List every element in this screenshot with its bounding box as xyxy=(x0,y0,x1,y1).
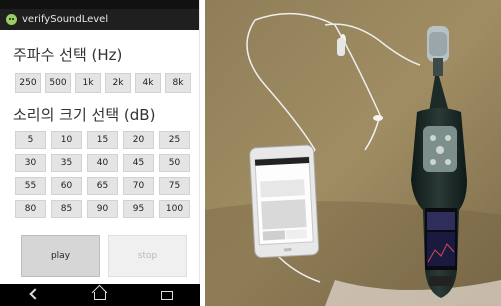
level-button-20[interactable]: 20 xyxy=(123,131,154,149)
level-button-90[interactable]: 90 xyxy=(87,200,118,218)
play-button[interactable]: play xyxy=(21,235,100,277)
recent-apps-icon xyxy=(160,291,173,300)
back-icon xyxy=(29,288,41,300)
level-button-50[interactable]: 50 xyxy=(159,154,190,172)
level-button-35[interactable]: 35 xyxy=(51,154,82,172)
level-button-45[interactable]: 45 xyxy=(123,154,154,172)
level-button-40[interactable]: 40 xyxy=(87,154,118,172)
level-button-30[interactable]: 30 xyxy=(15,154,46,172)
level-section-label: 소리의 크기 선택 (dB) xyxy=(13,106,156,124)
android-icon xyxy=(6,14,17,25)
level-button-95[interactable]: 95 xyxy=(123,200,154,218)
level-button-5[interactable]: 5 xyxy=(15,131,46,149)
stop-button[interactable]: stop xyxy=(108,235,187,277)
frequency-button-row: 250 500 1k 2k 4k 8k xyxy=(15,73,195,93)
home-icon xyxy=(93,292,106,300)
frequency-button-4k[interactable]: 4k xyxy=(135,73,161,93)
home-button[interactable] xyxy=(90,288,110,302)
recent-apps-button[interactable] xyxy=(157,288,177,302)
level-button-75[interactable]: 75 xyxy=(159,177,190,195)
frequency-button-500[interactable]: 500 xyxy=(45,73,71,93)
level-button-65[interactable]: 65 xyxy=(87,177,118,195)
level-button-10[interactable]: 10 xyxy=(51,131,82,149)
app-screen: verifySoundLevel 주파수 선택 (Hz) 250 500 1k … xyxy=(0,0,200,306)
level-button-15[interactable]: 15 xyxy=(87,131,118,149)
level-button-85[interactable]: 85 xyxy=(51,200,82,218)
setup-photo xyxy=(205,0,501,306)
app-title: verifySoundLevel xyxy=(22,14,109,25)
frequency-button-250[interactable]: 250 xyxy=(15,73,41,93)
level-button-100[interactable]: 100 xyxy=(159,200,190,218)
level-button-55[interactable]: 55 xyxy=(15,177,46,195)
frequency-section-label: 주파수 선택 (Hz) xyxy=(13,46,123,64)
status-bar xyxy=(0,0,199,9)
level-button-grid: 5 10 15 20 25 30 35 40 45 50 55 60 65 70… xyxy=(15,131,190,218)
level-button-25[interactable]: 25 xyxy=(159,131,190,149)
frequency-button-1k[interactable]: 1k xyxy=(75,73,101,93)
level-button-80[interactable]: 80 xyxy=(15,200,46,218)
level-button-60[interactable]: 60 xyxy=(51,177,82,195)
action-bar: verifySoundLevel xyxy=(0,9,199,30)
back-button[interactable] xyxy=(23,288,43,302)
level-button-70[interactable]: 70 xyxy=(123,177,154,195)
frequency-button-2k[interactable]: 2k xyxy=(105,73,131,93)
photo-illustration xyxy=(205,0,501,306)
navigation-bar xyxy=(0,284,200,306)
frequency-button-8k[interactable]: 8k xyxy=(165,73,191,93)
